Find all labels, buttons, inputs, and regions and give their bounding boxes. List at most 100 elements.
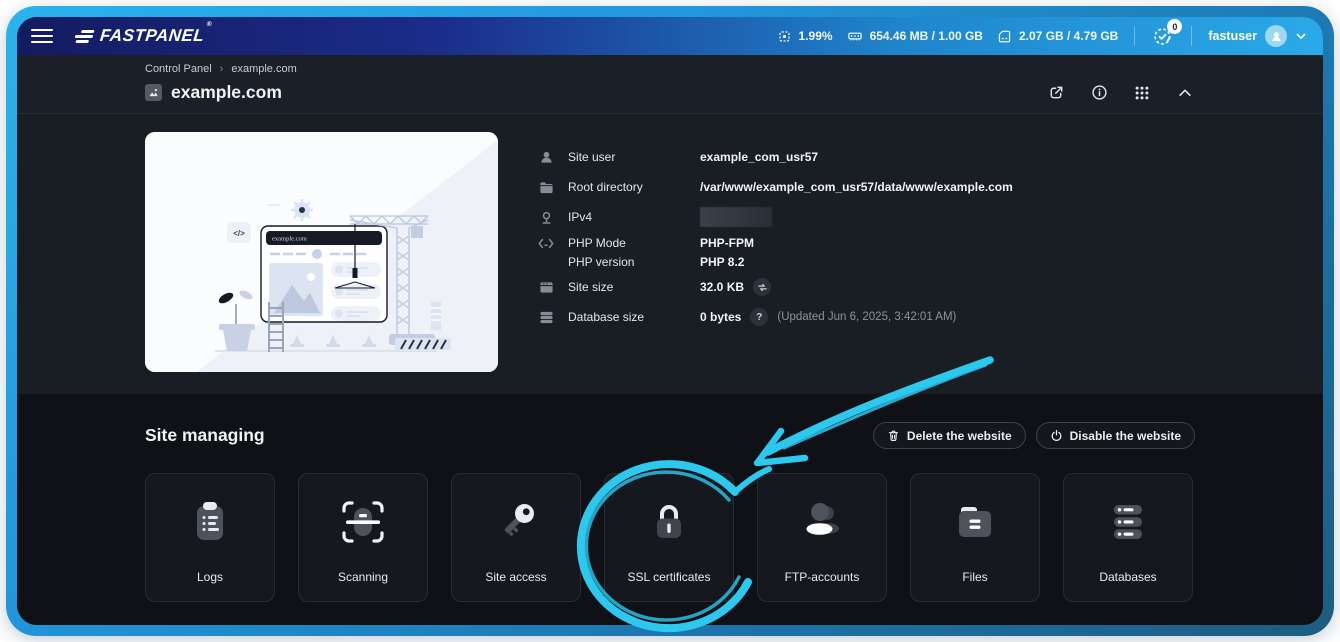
card-site-access[interactable]: Site access [451,473,581,602]
breadcrumb: Control Panel › example.com [145,63,1195,75]
user-icon [538,150,554,165]
external-link-icon [1050,86,1062,99]
database-size-updated-note: (Updated Jun 6, 2025, 3:42:01 AM) [777,311,957,323]
site-favicon-placeholder [145,84,162,101]
device-frame: FASTPANEL® 1.99% 654.46 MB / 1.00 GB 2.0… [6,6,1334,636]
folder-icon [538,180,554,195]
card-label: Databases [1099,570,1157,584]
site-illustration: </> example.com [145,132,498,372]
fastpanel-logo[interactable]: FASTPANEL® [73,21,213,46]
topbar-divider [1134,26,1136,46]
collapse-button[interactable] [1175,83,1195,103]
logo-sliders-icon [73,29,95,43]
folder-files-icon [951,474,999,570]
illustration-browser-url: example.com [272,236,307,243]
hamburger-menu-icon[interactable] [31,29,53,43]
database-size-help-button[interactable]: ? [750,308,769,326]
card-label: Files [962,570,988,584]
person-icon [1271,31,1281,41]
breadcrumb-current: example.com [231,63,297,75]
breadcrumb-control-panel[interactable]: Control Panel [145,63,212,75]
info-label: IPv4 [568,210,593,224]
info-button[interactable] [1089,83,1109,103]
power-icon [1051,429,1061,441]
disable-website-button[interactable]: Disable the website [1035,422,1195,449]
info-icon [1091,85,1107,100]
cpu-icon [778,30,790,42]
page-header: Control Panel › example.com example.com [17,55,1323,114]
php-mode-value: PHP-FPM [700,236,754,250]
apps-grid-button[interactable] [1132,83,1152,103]
grid-dots-icon [1135,86,1149,99]
card-label: Scanning [337,570,389,584]
image-icon [149,89,158,97]
card-files[interactable]: Files [910,473,1040,602]
card-databases[interactable]: Databases [1063,473,1193,602]
info-label: PHP Mode [568,236,626,250]
site-info-section: </> example.com Site user example_com_us… [17,114,1323,394]
disk-usage-stat: 2.07 GB / 4.79 GB [997,29,1118,44]
notifications-badge: 0 [1167,19,1183,34]
ipv4-row: IPv4 [538,202,1195,232]
root-directory-row: Root directory /var/www/example_com_usr5… [538,172,1195,202]
site-managing-section: Site managing Delete the website Disable… [17,394,1323,625]
open-site-button[interactable] [1046,83,1066,103]
card-logs[interactable]: Logs [145,473,275,602]
cpu-usage-value: 1.99% [798,29,833,43]
php-row: PHP Mode PHP version PHP-FPM PHP 8.2 [538,232,1195,272]
card-ssl-certificates[interactable]: SSL certificates [604,473,734,602]
site-size-value: 32.0 KB [700,280,745,294]
databases-icon [1104,474,1152,570]
username-label: fastuser [1208,29,1257,43]
site-user-value: example_com_usr57 [700,150,819,164]
info-label: Site size [568,280,614,294]
info-label: Root directory [568,180,643,194]
site-managing-cards: Logs Scanning Site access SSL certificat… [145,473,1195,602]
refresh-icon [757,283,767,291]
database-size-row: Database size 0 bytes ? (Updated Jun 6, … [538,302,1195,332]
users-icon [798,474,846,570]
notifications-button[interactable]: 0 [1151,19,1183,48]
site-size-row: Site size 32.0 KB [538,272,1195,302]
delete-website-button[interactable]: Delete the website [872,422,1026,449]
ipv4-redacted-value [700,207,772,227]
card-scanning[interactable]: Scanning [298,473,428,602]
lock-icon [645,474,693,570]
ram-usage-value: 654.46 MB / 1.00 GB [869,29,983,43]
refresh-site-size-button[interactable] [753,278,772,296]
page-title: example.com [171,82,282,102]
disk-usage-value: 2.07 GB / 4.79 GB [1018,29,1119,43]
card-label: Site access [485,570,547,584]
topbar: FASTPANEL® 1.99% 654.46 MB / 1.00 GB 2.0… [17,17,1323,55]
card-ftp-accounts[interactable]: FTP-accounts [757,473,887,602]
cpu-usage-stat: 1.99% [777,29,833,44]
registered-mark: ® [206,21,213,28]
svg-text:</>: </> [233,229,245,238]
database-icon [538,310,554,325]
ram-icon [847,32,862,40]
panel-icon [538,280,554,295]
site-user-row: Site user example_com_usr57 [538,142,1195,172]
card-label: FTP-accounts [784,570,860,584]
card-label: Logs [196,570,224,584]
ram-usage-stat: 654.46 MB / 1.00 GB [847,29,983,44]
trash-icon [888,430,899,441]
php-version-value: PHP 8.2 [700,255,745,269]
database-size-value: 0 bytes [700,310,742,324]
section-title: Site managing [145,425,265,445]
key-icon [492,474,540,570]
info-label: PHP version [568,255,635,269]
scanning-icon [339,474,387,570]
code-icon [538,237,554,250]
breadcrumb-separator: › [219,63,224,75]
avatar [1265,25,1287,47]
info-label: Database size [568,310,645,324]
user-menu[interactable]: fastuser [1208,25,1307,47]
root-directory-value: /var/www/example_com_usr57/data/www/exam… [700,180,1013,194]
topbar-divider [1191,26,1193,46]
screenshot-stage: FASTPANEL® 1.99% 654.46 MB / 1.00 GB 2.0… [0,0,1340,642]
location-icon [538,210,554,225]
card-label: SSL certificates [627,570,711,584]
chevron-down-icon[interactable] [1295,30,1307,42]
disk-icon [998,30,1011,42]
